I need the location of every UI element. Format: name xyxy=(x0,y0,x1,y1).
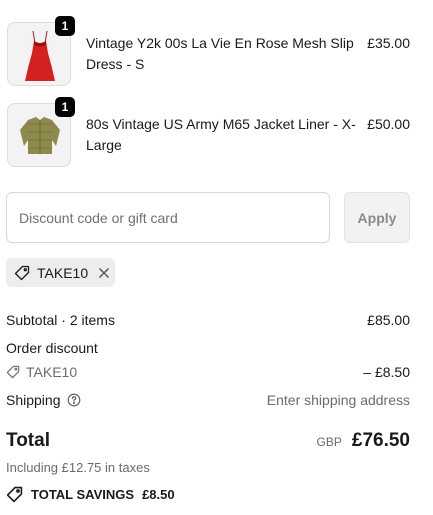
savings-label: TOTAL SAVINGS xyxy=(31,487,135,502)
remove-discount-icon[interactable] xyxy=(98,267,110,279)
total-row: Total GBP £76.50 xyxy=(6,430,410,452)
help-icon[interactable] xyxy=(67,393,81,407)
apply-discount-button[interactable]: Apply xyxy=(344,192,410,243)
total-savings: TOTAL SAVINGS £8.50 xyxy=(6,486,175,503)
product-title: Vintage Y2k 00s La Vie En Rose Mesh Slip… xyxy=(86,35,354,72)
shipping-value: Enter shipping address xyxy=(266,392,410,408)
shipping-label: Shipping xyxy=(6,392,61,408)
product-price: £35.00 xyxy=(367,35,410,51)
discount-value: – £8.50 xyxy=(363,364,410,380)
quantity-badge: 1 xyxy=(55,97,75,117)
cart-line-item: 1 Vintage Y2k 00s La Vie En Rose Mesh Sl… xyxy=(0,16,433,88)
shipping-row: Shipping Enter shipping address xyxy=(6,391,410,409)
discount-code-row: TAKE10 – £8.50 xyxy=(6,363,410,381)
taxes-note: Including £12.75 in taxes xyxy=(6,460,150,475)
applied-discount-chip: TAKE10 xyxy=(6,258,115,287)
order-discount-row: Order discount xyxy=(6,339,410,357)
savings-tag-icon xyxy=(6,486,23,503)
currency-code: GBP xyxy=(316,435,342,449)
tag-icon xyxy=(6,365,20,379)
total-amount: £76.50 xyxy=(351,430,410,451)
discount-code-label: TAKE10 xyxy=(26,364,78,380)
subtotal-label: Subtotal · 2 items xyxy=(6,312,115,328)
product-title: 80s Vintage US Army M65 Jacket Liner - X… xyxy=(86,116,356,153)
discount-code-input[interactable] xyxy=(6,192,330,243)
tag-icon xyxy=(14,265,30,281)
order-discount-label: Order discount xyxy=(6,340,98,356)
applied-discount-code: TAKE10 xyxy=(37,264,89,281)
cart-line-item: 1 80s Vintage US Army M65 Jacket Liner -… xyxy=(0,97,433,169)
subtotal-row: Subtotal · 2 items £85.00 xyxy=(6,311,410,329)
savings-value: £8.50 xyxy=(142,487,175,502)
total-label: Total xyxy=(6,430,50,451)
quantity-badge: 1 xyxy=(55,16,75,36)
product-price: £50.00 xyxy=(367,116,410,132)
subtotal-value: £85.00 xyxy=(367,312,410,328)
